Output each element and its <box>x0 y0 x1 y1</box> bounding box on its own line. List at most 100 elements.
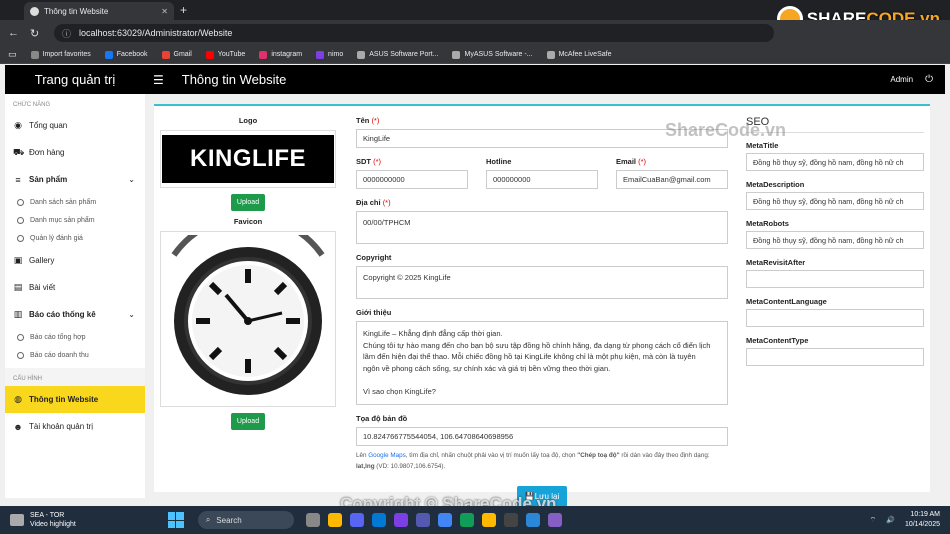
folder-icon[interactable] <box>481 513 496 527</box>
volume-icon[interactable]: 🔊 <box>886 516 895 524</box>
discord-icon[interactable] <box>349 513 364 527</box>
intro-textarea[interactable]: KingLife – Khẳng định đẳng cấp thời gian… <box>356 321 728 405</box>
map-coordinates-input[interactable]: 10.824766775544054, 106.64708640698956 <box>356 427 728 446</box>
teams-icon[interactable] <box>415 513 430 527</box>
file-explorer-icon[interactable] <box>327 513 342 527</box>
wifi-icon[interactable]: ⌔ <box>870 516 877 525</box>
sidebar-item-overview[interactable]: ◉ Tổng quan <box>5 112 145 139</box>
bookmark-label: instagram <box>271 51 303 58</box>
bookmark-item[interactable]: McAfee LiveSafe <box>546 50 611 59</box>
admin-user[interactable]: Admin <box>890 75 913 84</box>
app-icon[interactable] <box>305 513 320 527</box>
map-hint: Lên Google Maps, tìm địa chỉ, nhấn chuột… <box>356 450 728 472</box>
taskbar-apps <box>305 513 562 527</box>
sidebar-subitem-label: Danh mục sản phẩm <box>30 216 95 224</box>
seo-field-input[interactable]: Đồng hồ thụy sỹ, đồng hồ nam, đồng hồ nữ… <box>746 153 924 171</box>
app-icon[interactable] <box>503 513 518 527</box>
news-widget[interactable]: SEA - TOR Video highlight <box>10 511 76 529</box>
required-mark: (*) <box>371 116 380 125</box>
address-textarea[interactable]: 00/00/TPHCM <box>356 211 728 244</box>
sidebar-subitem-product-list[interactable]: Danh sách sản phẩm <box>5 193 145 211</box>
site-info-icon[interactable]: ⓘ <box>62 27 71 40</box>
phone-label: SDT (*) <box>356 157 468 166</box>
brand[interactable]: Trang quản trị <box>5 72 145 87</box>
bookmark-label: MyASUS Software -... <box>464 51 533 58</box>
reload-icon[interactable]: ↻ <box>30 27 44 40</box>
bookmark-item[interactable]: instagram <box>259 50 303 59</box>
intro-line: Chúng tôi tự hào mang đến cho bạn bộ sưu… <box>363 340 711 373</box>
search-icon: ⌕ <box>205 515 211 524</box>
sidebar-item-products[interactable]: ≡ Sản phẩm ⌄ <box>5 166 145 193</box>
browser-tab[interactable]: Thông tin Website ✕ <box>24 2 174 20</box>
sidebar-item-posts[interactable]: ▤ Bài viết <box>5 274 145 301</box>
bookmark-item[interactable]: ASUS Software Port... <box>357 50 438 59</box>
bookmark-label: YouTube <box>217 51 246 58</box>
logo-upload-button[interactable]: Upload <box>230 194 266 211</box>
dashboard-icon: ◉ <box>14 120 22 130</box>
list-icon: ≡ <box>15 174 21 185</box>
seo-field-label: MetaContentType <box>746 336 809 345</box>
logout-icon[interactable]: ⏻ <box>925 74 933 85</box>
clock[interactable]: 10:19 AM 10/14/2025 <box>905 510 940 530</box>
sidebar-subitem-product-category[interactable]: Danh mục sản phẩm <box>5 211 145 229</box>
seo-field-input[interactable] <box>746 309 924 327</box>
news-title: SEA - TOR <box>30 512 65 519</box>
app-icon[interactable] <box>459 513 474 527</box>
tab-close-icon[interactable]: ✕ <box>161 7 168 16</box>
bookmark-item[interactable]: Facebook <box>104 50 148 59</box>
back-icon[interactable]: ← <box>8 27 22 39</box>
circle-icon <box>17 333 24 341</box>
taskbar-search[interactable]: ⌕ Search <box>197 511 294 529</box>
google-maps-link[interactable]: Google Maps <box>368 452 405 459</box>
sidebar-subitem-report-summary[interactable]: Báo cáo tổng hợp <box>5 328 145 346</box>
bookmark-label: nimo <box>328 51 344 58</box>
bookmark-icon <box>546 50 555 59</box>
hotline-input[interactable]: 000000000 <box>486 170 598 189</box>
chrome-icon[interactable] <box>437 513 452 527</box>
email-input[interactable]: EmailCuaBan@gmail.com <box>616 170 728 189</box>
sidebar-subitem-report-revenue[interactable]: Báo cáo doanh thu <box>5 346 145 364</box>
copyright-textarea[interactable]: Copyright © 2025 KingLife <box>356 266 728 299</box>
seo-field-input[interactable] <box>746 348 924 366</box>
sidebar-item-accounts[interactable]: ☻ Tài khoản quản trị <box>5 413 145 440</box>
app-icon[interactable] <box>525 513 540 527</box>
bookmark-item[interactable]: Gmail <box>161 50 192 59</box>
watch-favicon-image <box>164 235 332 403</box>
sidebar-item-reports[interactable]: ▥ Báo cáo thống kê ⌄ <box>5 301 145 328</box>
app-icon[interactable] <box>393 513 408 527</box>
visual-studio-icon[interactable] <box>547 513 562 527</box>
media-column: Logo KINGLIFE Upload Favicon Upload <box>160 116 336 436</box>
address-input[interactable]: ⓘ localhost:63029/Administrator/Website <box>54 24 774 42</box>
intro-line <box>363 374 713 386</box>
edge-icon[interactable] <box>371 513 386 527</box>
menu-toggle-icon[interactable]: ☰ <box>153 73 164 87</box>
favicon-upload-button[interactable]: Upload <box>230 413 266 430</box>
bookmark-item[interactable]: MyASUS Software -... <box>452 50 533 59</box>
sidebar-item-gallery[interactable]: ▣ Gallery <box>5 247 145 274</box>
sidebar-item-label: Đơn hàng <box>29 148 65 157</box>
seo-field-input[interactable]: Đồng hồ thụy sỹ, đồng hồ nam, đồng hồ nữ… <box>746 231 924 249</box>
contact-row: SDT (*) 0000000000 Hotline 000000000 Ema… <box>356 157 728 189</box>
required-mark: (*) <box>373 157 382 166</box>
seo-field-input[interactable]: Đồng hồ thụy sỹ, đồng hồ nam, đồng hồ nữ… <box>746 192 924 210</box>
copyright-label: Copyright <box>356 253 392 262</box>
sidebar-item-website[interactable]: ◍ Thông tin Website <box>5 386 145 413</box>
clock-date: 10/14/2025 <box>904 521 940 528</box>
sidebar-item-label: Báo cáo thống kê <box>29 310 96 319</box>
sidebar-item-orders[interactable]: ⛟ Đơn hàng <box>5 139 145 166</box>
bookmark-icon <box>205 50 214 59</box>
bookmark-item[interactable]: nimo <box>316 50 344 59</box>
bookmark-item[interactable]: YouTube <box>205 50 246 59</box>
news-subtitle: Video highlight <box>30 521 76 528</box>
tabs-icon[interactable]: ▭ <box>8 49 17 60</box>
seo-field-input[interactable] <box>746 270 924 288</box>
tab-title: Thông tin Website <box>44 6 109 16</box>
seo-field-label: MetaRobots <box>746 219 789 228</box>
windows-start-icon[interactable] <box>167 512 184 528</box>
phone-input[interactable]: 0000000000 <box>356 170 468 189</box>
bookmark-item[interactable]: Import favorites <box>30 50 91 59</box>
new-tab-icon[interactable]: + <box>180 3 187 17</box>
taskbar: SEA - TOR Video highlight ⌕ Search ⌔ 🔊 10:… <box>0 506 950 534</box>
phone-label-text: SDT <box>356 157 371 166</box>
sidebar-subitem-reviews[interactable]: Quản lý đánh giá <box>5 229 145 247</box>
